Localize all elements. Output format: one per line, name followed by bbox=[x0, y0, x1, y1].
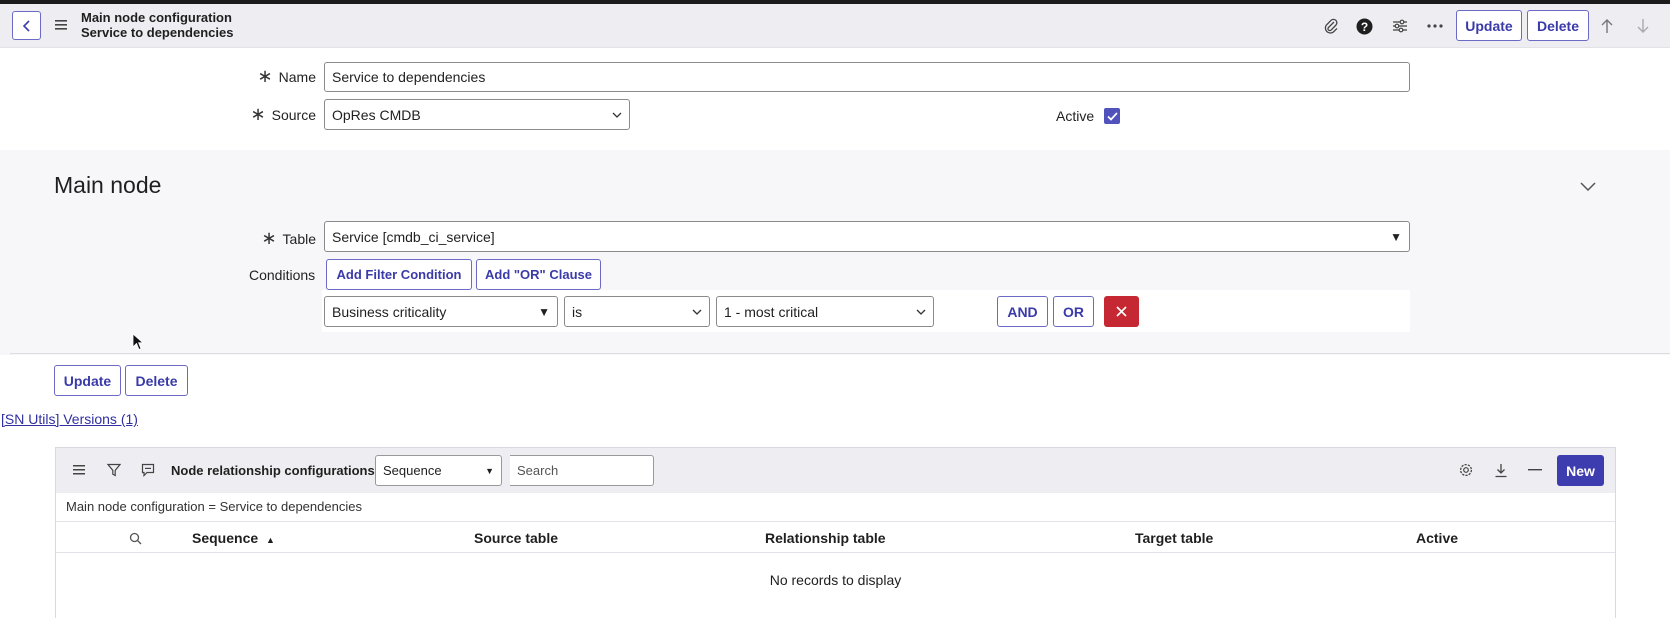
more-options-icon[interactable] bbox=[1425, 16, 1445, 36]
caret-down-icon: ▼ bbox=[485, 465, 494, 476]
svg-text:?: ? bbox=[1360, 19, 1367, 33]
header-update-button[interactable]: Update bbox=[1456, 10, 1522, 41]
delete-condition-button[interactable] bbox=[1104, 296, 1139, 327]
name-field[interactable]: Service to dependencies bbox=[324, 62, 1410, 92]
header-title: Main node configuration bbox=[81, 10, 232, 25]
comment-icon[interactable] bbox=[140, 462, 156, 478]
table-select-value: Service [cmdb_ci_service] bbox=[332, 228, 495, 245]
condition-operator-value: is bbox=[572, 303, 583, 320]
form-header: Main node configuration Service to depen… bbox=[0, 4, 1670, 48]
related-list-toolbar: Node relationship configurations Sequenc… bbox=[56, 448, 1615, 493]
chevron-down-icon bbox=[692, 309, 702, 315]
section-title: Main node bbox=[54, 172, 162, 198]
collapse-chevron-icon[interactable] bbox=[1578, 176, 1598, 196]
checkmark-icon bbox=[1106, 111, 1118, 121]
download-icon[interactable] bbox=[1492, 461, 1510, 479]
add-or-clause-button[interactable]: Add "OR" Clause bbox=[476, 259, 601, 290]
condition-field-select[interactable]: Business criticality ▼ bbox=[324, 296, 558, 327]
update-button[interactable]: Update bbox=[54, 365, 121, 396]
header-subtitle: Service to dependencies bbox=[81, 25, 234, 40]
caret-down-icon: ▼ bbox=[538, 304, 550, 319]
chevron-down-icon bbox=[916, 309, 926, 315]
help-icon[interactable]: ? bbox=[1355, 17, 1373, 35]
gear-icon[interactable] bbox=[1457, 461, 1475, 479]
condition-row: Business criticality ▼ is 1 - most criti… bbox=[322, 290, 1410, 332]
related-list-title: Node relationship configurations bbox=[171, 463, 375, 478]
column-header-source-table[interactable]: Source table bbox=[474, 530, 558, 546]
name-field-label: ∗ Name bbox=[257, 66, 316, 86]
active-checkbox[interactable] bbox=[1104, 108, 1120, 124]
delete-button[interactable]: Delete bbox=[125, 365, 188, 396]
header-delete-button[interactable]: Delete bbox=[1527, 10, 1589, 41]
versions-link[interactable]: [SN Utils] Versions (1) bbox=[1, 411, 138, 427]
chevron-left-icon bbox=[22, 19, 30, 32]
settings-sliders-icon[interactable] bbox=[1390, 16, 1410, 36]
section-divider bbox=[10, 353, 1670, 354]
empty-state-text: No records to display bbox=[769, 572, 902, 588]
list-menu-icon[interactable] bbox=[71, 462, 87, 478]
minimize-icon[interactable] bbox=[1526, 461, 1544, 479]
table-header-row: Sequence ▲ Source table Relationship tab… bbox=[56, 521, 1615, 553]
filter-icon[interactable] bbox=[106, 462, 122, 478]
main-node-section: Main node ∗ Table Service [cmdb_ci_servic… bbox=[0, 150, 1670, 355]
sort-ascending-icon: ▲ bbox=[266, 535, 275, 545]
caret-down-icon: ▼ bbox=[1390, 229, 1402, 244]
condition-value-select[interactable]: 1 - most critical bbox=[716, 296, 934, 327]
sort-select-value: Sequence bbox=[383, 463, 442, 478]
related-list: Node relationship configurations Sequenc… bbox=[55, 447, 1616, 618]
required-icon: ∗ bbox=[261, 228, 277, 248]
new-button[interactable]: New bbox=[1557, 455, 1604, 486]
and-button[interactable]: AND bbox=[997, 296, 1048, 327]
arrow-down-icon[interactable] bbox=[1633, 16, 1653, 36]
column-header-sequence[interactable]: Sequence ▲ bbox=[192, 530, 275, 546]
sort-select[interactable]: Sequence ▼ bbox=[375, 455, 502, 486]
condition-operator-select[interactable]: is bbox=[564, 296, 710, 327]
related-list-breadcrumb[interactable]: Main node configuration = Service to dep… bbox=[66, 499, 362, 514]
condition-value-value: 1 - most critical bbox=[724, 303, 819, 320]
back-button[interactable] bbox=[12, 11, 41, 40]
column-header-active[interactable]: Active bbox=[1416, 530, 1458, 546]
arrow-up-icon[interactable] bbox=[1597, 16, 1617, 36]
column-header-target-table[interactable]: Target table bbox=[1135, 530, 1213, 546]
table-select[interactable]: Service [cmdb_ci_service] ▼ bbox=[324, 221, 1410, 252]
condition-field-value: Business criticality bbox=[332, 303, 447, 320]
column-search-icon[interactable] bbox=[127, 530, 143, 546]
source-field-label: ∗ Source bbox=[250, 104, 316, 124]
chevron-down-icon bbox=[612, 112, 622, 118]
required-icon: ∗ bbox=[257, 66, 273, 86]
required-icon: ∗ bbox=[250, 104, 266, 124]
search-input[interactable]: Search bbox=[510, 455, 654, 486]
table-field-label: ∗ Table bbox=[261, 228, 316, 248]
close-icon bbox=[1116, 306, 1127, 317]
context-menu-icon[interactable] bbox=[53, 17, 69, 33]
or-button[interactable]: OR bbox=[1053, 296, 1094, 327]
add-filter-condition-button[interactable]: Add Filter Condition bbox=[326, 259, 472, 290]
active-label: Active bbox=[1056, 108, 1095, 124]
column-header-relationship-table[interactable]: Relationship table bbox=[765, 530, 886, 546]
mouse-cursor-icon bbox=[132, 333, 144, 351]
conditions-label: Conditions bbox=[249, 267, 316, 283]
paperclip-icon[interactable] bbox=[1321, 16, 1341, 36]
source-select-value: OpRes CMDB bbox=[332, 106, 421, 123]
source-select[interactable]: OpRes CMDB bbox=[324, 99, 630, 130]
